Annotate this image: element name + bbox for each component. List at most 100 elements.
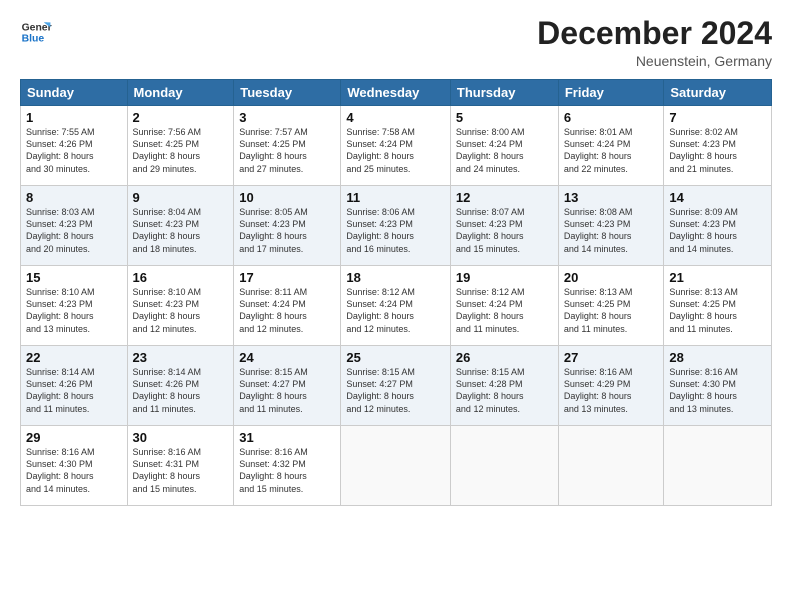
day-number: 26 (456, 350, 553, 365)
day-number: 30 (133, 430, 229, 445)
calendar-cell: 22Sunrise: 8:14 AM Sunset: 4:26 PM Dayli… (21, 346, 128, 426)
day-number: 13 (564, 190, 659, 205)
day-detail: Sunrise: 8:16 AM Sunset: 4:29 PM Dayligh… (564, 366, 659, 415)
day-number: 27 (564, 350, 659, 365)
calendar-cell: 28Sunrise: 8:16 AM Sunset: 4:30 PM Dayli… (664, 346, 772, 426)
day-detail: Sunrise: 8:15 AM Sunset: 4:28 PM Dayligh… (456, 366, 553, 415)
day-number: 29 (26, 430, 122, 445)
day-detail: Sunrise: 8:12 AM Sunset: 4:24 PM Dayligh… (456, 286, 553, 335)
day-number: 28 (669, 350, 766, 365)
day-detail: Sunrise: 8:15 AM Sunset: 4:27 PM Dayligh… (346, 366, 445, 415)
calendar-cell (341, 426, 451, 506)
calendar-cell: 19Sunrise: 8:12 AM Sunset: 4:24 PM Dayli… (450, 266, 558, 346)
col-header-saturday: Saturday (664, 80, 772, 106)
calendar-cell: 2Sunrise: 7:56 AM Sunset: 4:25 PM Daylig… (127, 106, 234, 186)
day-detail: Sunrise: 7:57 AM Sunset: 4:25 PM Dayligh… (239, 126, 335, 175)
calendar-cell: 15Sunrise: 8:10 AM Sunset: 4:23 PM Dayli… (21, 266, 128, 346)
day-detail: Sunrise: 8:13 AM Sunset: 4:25 PM Dayligh… (564, 286, 659, 335)
calendar-cell: 9Sunrise: 8:04 AM Sunset: 4:23 PM Daylig… (127, 186, 234, 266)
day-detail: Sunrise: 8:15 AM Sunset: 4:27 PM Dayligh… (239, 366, 335, 415)
col-header-thursday: Thursday (450, 80, 558, 106)
title-block: December 2024 Neuenstein, Germany (537, 16, 772, 69)
day-number: 7 (669, 110, 766, 125)
day-detail: Sunrise: 8:06 AM Sunset: 4:23 PM Dayligh… (346, 206, 445, 255)
day-number: 1 (26, 110, 122, 125)
calendar-cell: 18Sunrise: 8:12 AM Sunset: 4:24 PM Dayli… (341, 266, 451, 346)
calendar-cell: 25Sunrise: 8:15 AM Sunset: 4:27 PM Dayli… (341, 346, 451, 426)
day-detail: Sunrise: 7:55 AM Sunset: 4:26 PM Dayligh… (26, 126, 122, 175)
day-detail: Sunrise: 8:12 AM Sunset: 4:24 PM Dayligh… (346, 286, 445, 335)
week-row-5: 29Sunrise: 8:16 AM Sunset: 4:30 PM Dayli… (21, 426, 772, 506)
calendar: SundayMondayTuesdayWednesdayThursdayFrid… (20, 79, 772, 506)
header-row: SundayMondayTuesdayWednesdayThursdayFrid… (21, 80, 772, 106)
day-number: 5 (456, 110, 553, 125)
day-number: 14 (669, 190, 766, 205)
logo: General Blue (20, 16, 52, 48)
calendar-cell (664, 426, 772, 506)
day-number: 25 (346, 350, 445, 365)
day-number: 15 (26, 270, 122, 285)
col-header-monday: Monday (127, 80, 234, 106)
calendar-cell: 20Sunrise: 8:13 AM Sunset: 4:25 PM Dayli… (558, 266, 664, 346)
day-detail: Sunrise: 8:16 AM Sunset: 4:32 PM Dayligh… (239, 446, 335, 495)
day-number: 20 (564, 270, 659, 285)
day-number: 10 (239, 190, 335, 205)
calendar-cell: 3Sunrise: 7:57 AM Sunset: 4:25 PM Daylig… (234, 106, 341, 186)
calendar-cell: 6Sunrise: 8:01 AM Sunset: 4:24 PM Daylig… (558, 106, 664, 186)
day-number: 17 (239, 270, 335, 285)
calendar-cell: 27Sunrise: 8:16 AM Sunset: 4:29 PM Dayli… (558, 346, 664, 426)
day-detail: Sunrise: 8:16 AM Sunset: 4:31 PM Dayligh… (133, 446, 229, 495)
col-header-tuesday: Tuesday (234, 80, 341, 106)
day-number: 3 (239, 110, 335, 125)
day-detail: Sunrise: 8:07 AM Sunset: 4:23 PM Dayligh… (456, 206, 553, 255)
calendar-cell: 31Sunrise: 8:16 AM Sunset: 4:32 PM Dayli… (234, 426, 341, 506)
calendar-cell: 12Sunrise: 8:07 AM Sunset: 4:23 PM Dayli… (450, 186, 558, 266)
col-header-wednesday: Wednesday (341, 80, 451, 106)
day-number: 24 (239, 350, 335, 365)
page: General Blue December 2024 Neuenstein, G… (0, 0, 792, 612)
day-number: 16 (133, 270, 229, 285)
calendar-cell (558, 426, 664, 506)
week-row-4: 22Sunrise: 8:14 AM Sunset: 4:26 PM Dayli… (21, 346, 772, 426)
day-number: 6 (564, 110, 659, 125)
day-number: 31 (239, 430, 335, 445)
day-detail: Sunrise: 8:05 AM Sunset: 4:23 PM Dayligh… (239, 206, 335, 255)
calendar-cell (450, 426, 558, 506)
day-detail: Sunrise: 8:16 AM Sunset: 4:30 PM Dayligh… (26, 446, 122, 495)
day-detail: Sunrise: 8:03 AM Sunset: 4:23 PM Dayligh… (26, 206, 122, 255)
day-number: 12 (456, 190, 553, 205)
day-detail: Sunrise: 8:02 AM Sunset: 4:23 PM Dayligh… (669, 126, 766, 175)
day-number: 22 (26, 350, 122, 365)
calendar-cell: 24Sunrise: 8:15 AM Sunset: 4:27 PM Dayli… (234, 346, 341, 426)
calendar-cell: 17Sunrise: 8:11 AM Sunset: 4:24 PM Dayli… (234, 266, 341, 346)
day-detail: Sunrise: 7:58 AM Sunset: 4:24 PM Dayligh… (346, 126, 445, 175)
col-header-friday: Friday (558, 80, 664, 106)
day-number: 19 (456, 270, 553, 285)
day-number: 18 (346, 270, 445, 285)
day-number: 21 (669, 270, 766, 285)
day-number: 9 (133, 190, 229, 205)
calendar-cell: 23Sunrise: 8:14 AM Sunset: 4:26 PM Dayli… (127, 346, 234, 426)
calendar-cell: 16Sunrise: 8:10 AM Sunset: 4:23 PM Dayli… (127, 266, 234, 346)
calendar-cell: 30Sunrise: 8:16 AM Sunset: 4:31 PM Dayli… (127, 426, 234, 506)
calendar-cell: 10Sunrise: 8:05 AM Sunset: 4:23 PM Dayli… (234, 186, 341, 266)
day-detail: Sunrise: 8:13 AM Sunset: 4:25 PM Dayligh… (669, 286, 766, 335)
col-header-sunday: Sunday (21, 80, 128, 106)
calendar-cell: 29Sunrise: 8:16 AM Sunset: 4:30 PM Dayli… (21, 426, 128, 506)
calendar-cell: 7Sunrise: 8:02 AM Sunset: 4:23 PM Daylig… (664, 106, 772, 186)
day-detail: Sunrise: 8:11 AM Sunset: 4:24 PM Dayligh… (239, 286, 335, 335)
day-detail: Sunrise: 8:10 AM Sunset: 4:23 PM Dayligh… (26, 286, 122, 335)
day-detail: Sunrise: 8:14 AM Sunset: 4:26 PM Dayligh… (26, 366, 122, 415)
week-row-3: 15Sunrise: 8:10 AM Sunset: 4:23 PM Dayli… (21, 266, 772, 346)
day-number: 4 (346, 110, 445, 125)
day-number: 11 (346, 190, 445, 205)
calendar-cell: 13Sunrise: 8:08 AM Sunset: 4:23 PM Dayli… (558, 186, 664, 266)
week-row-1: 1Sunrise: 7:55 AM Sunset: 4:26 PM Daylig… (21, 106, 772, 186)
month-title: December 2024 (537, 16, 772, 51)
day-number: 8 (26, 190, 122, 205)
calendar-cell: 14Sunrise: 8:09 AM Sunset: 4:23 PM Dayli… (664, 186, 772, 266)
day-detail: Sunrise: 8:09 AM Sunset: 4:23 PM Dayligh… (669, 206, 766, 255)
day-detail: Sunrise: 8:08 AM Sunset: 4:23 PM Dayligh… (564, 206, 659, 255)
calendar-cell: 4Sunrise: 7:58 AM Sunset: 4:24 PM Daylig… (341, 106, 451, 186)
calendar-cell: 1Sunrise: 7:55 AM Sunset: 4:26 PM Daylig… (21, 106, 128, 186)
